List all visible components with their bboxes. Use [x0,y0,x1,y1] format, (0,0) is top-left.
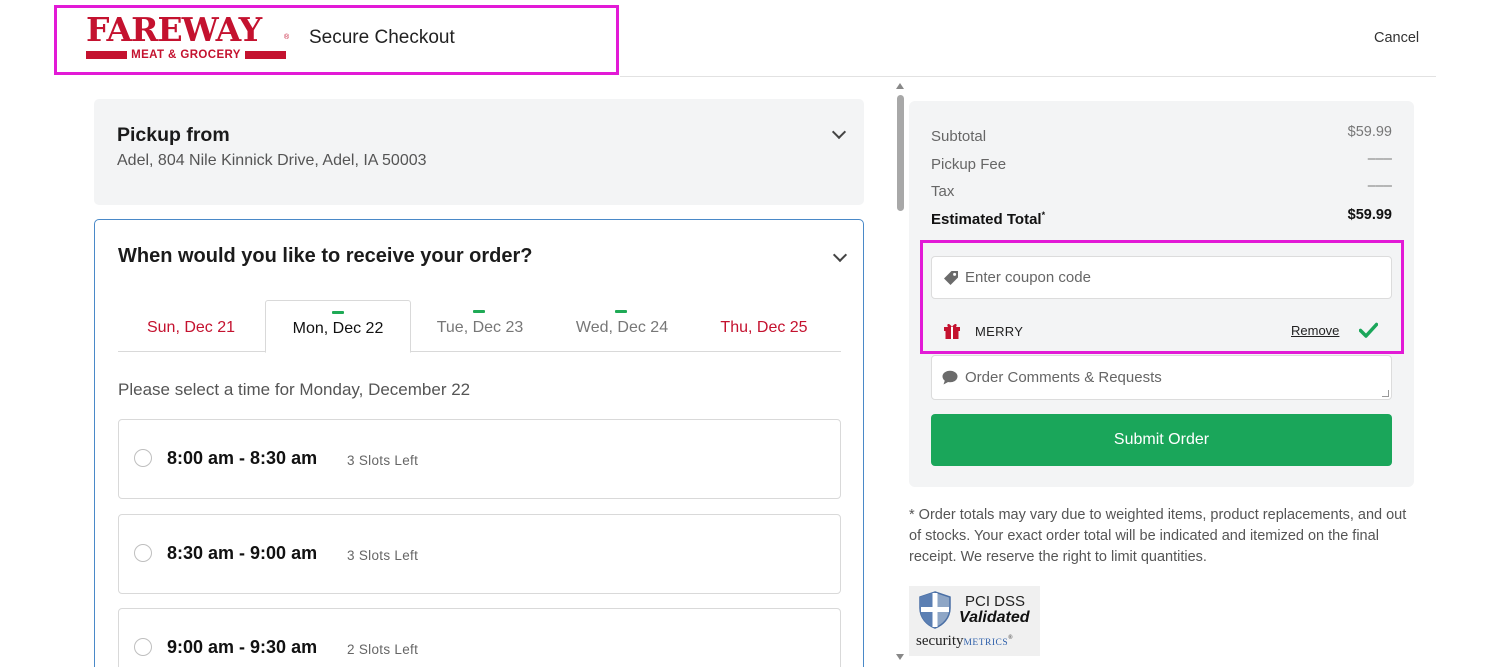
cancel-link[interactable]: Cancel [1374,30,1419,46]
tax-value: ––– [1367,178,1392,194]
estimated-total-asterisk: * [1041,210,1046,220]
logo-stripe-left [86,51,128,59]
tab-thu-dec-25[interactable]: Thu, Dec 25 [691,300,837,352]
pci-badge-line1: PCI DSS [965,593,1026,610]
estimated-total-label: Estimated Total* [931,210,1045,228]
header-divider [620,76,1436,77]
slot-time: 9:00 am - 9:30 am [167,637,318,657]
slot-time: 8:30 am - 9:00 am [167,543,318,563]
slot-time: 8:00 am - 8:30 am [167,448,318,468]
chevron-down-icon[interactable] [831,124,847,140]
chevron-down-icon[interactable] [832,247,848,263]
pci-dss-badge[interactable]: PCI DSS Validated securityMETRICS® [909,586,1040,656]
pci-badge-line2: Validated [959,609,1030,626]
securitymetrics-logo-b: METRICS [963,638,1009,648]
comment-icon [942,370,958,385]
coupon-code-input[interactable]: Enter coupon code [931,256,1392,299]
slots-left: 3 Slots Left [347,548,419,563]
coupon-placeholder: Enter coupon code [965,269,1091,286]
time-slot-option[interactable]: 8:00 am - 8:30 am 3 Slots Left [118,419,841,499]
radio-button[interactable] [134,449,152,467]
delivery-time-panel: When would you like to receive your orde… [94,219,864,667]
time-select-prompt: Please select a time for Monday, Decembe… [118,380,471,399]
textarea-resize-handle[interactable] [1382,390,1389,397]
radio-button[interactable] [134,544,152,562]
slots-left: 2 Slots Left [347,642,419,657]
securitymetrics-reg: ® [1008,635,1013,641]
radio-button[interactable] [134,638,152,656]
tab-mon-dec-22[interactable]: Mon, Dec 22 [265,300,411,353]
tag-icon [944,271,958,285]
pickup-location-panel[interactable]: Pickup from Adel, 804 Nile Kinnick Drive… [94,99,864,205]
securitymetrics-logo-a: security [916,633,964,649]
time-slot-option[interactable]: 9:00 am - 9:30 am 2 Slots Left [118,608,841,667]
tab-label: Wed, Dec 24 [575,319,669,336]
estimated-total-text: Estimated Total [931,211,1042,228]
subtotal-label: Subtotal [931,128,987,145]
tab-wed-dec-24[interactable]: Wed, Dec 24 [549,300,695,352]
pickup-fee-label: Pickup Fee [931,156,1007,173]
logo-subtitle: MEAT & GROCERY [131,49,241,61]
availability-indicator [332,311,344,314]
tab-label: Mon, Dec 22 [292,320,384,337]
logo-wordmark: FAREWAY [86,10,262,49]
shield-icon [919,591,951,629]
order-comments-textarea[interactable]: Order Comments & Requests [931,355,1392,400]
tab-sun-dec-21[interactable]: Sun, Dec 21 [118,300,264,352]
time-slot-option[interactable]: 8:30 am - 9:00 am 3 Slots Left [118,514,841,594]
checkmark-icon [1359,322,1378,338]
availability-indicator [473,310,485,313]
page-title: Secure Checkout [309,27,455,48]
scrollbar-thumb[interactable] [897,95,904,211]
pickup-title: Pickup from [117,124,230,146]
delivery-time-title: When would you like to receive your orde… [118,245,533,267]
submit-order-button[interactable]: Submit Order [931,414,1392,466]
scroll-down-arrow[interactable] [896,654,904,660]
securitymetrics-logo: securityMETRICS® [916,633,1013,650]
order-total-disclaimer: * Order totals may vary due to weighted … [909,507,1407,565]
slots-left: 3 Slots Left [347,453,419,468]
subtotal-value: $59.99 [1347,124,1392,140]
tab-label: Thu, Dec 25 [720,319,808,336]
tab-label: Sun, Dec 21 [146,319,236,336]
tax-label: Tax [931,183,955,200]
availability-indicator [615,310,627,313]
estimated-total-value: $59.99 [1347,207,1392,223]
applied-coupon-code: MERRY [975,324,1024,339]
comments-placeholder: Order Comments & Requests [965,369,1162,386]
logo-stripe-right [244,51,286,59]
date-tabs: Sun, Dec 21 Mon, Dec 22 Tue, Dec 23 Wed,… [118,300,841,353]
tab-tue-dec-23[interactable]: Tue, Dec 23 [407,300,553,352]
tab-label: Tue, Dec 23 [436,319,524,336]
pickup-fee-value: ––– [1367,151,1392,167]
scroll-up-arrow[interactable] [896,83,904,89]
logo-subline: MEAT & GROCERY [86,49,286,61]
fareway-logo[interactable]: FAREWAY ® MEAT & GROCERY [86,10,290,62]
logo-registered-mark: ® [284,34,290,41]
remove-coupon-link[interactable]: Remove [1291,323,1339,338]
pickup-address: Adel, 804 Nile Kinnick Drive, Adel, IA 5… [117,152,427,169]
gift-icon [944,323,960,339]
